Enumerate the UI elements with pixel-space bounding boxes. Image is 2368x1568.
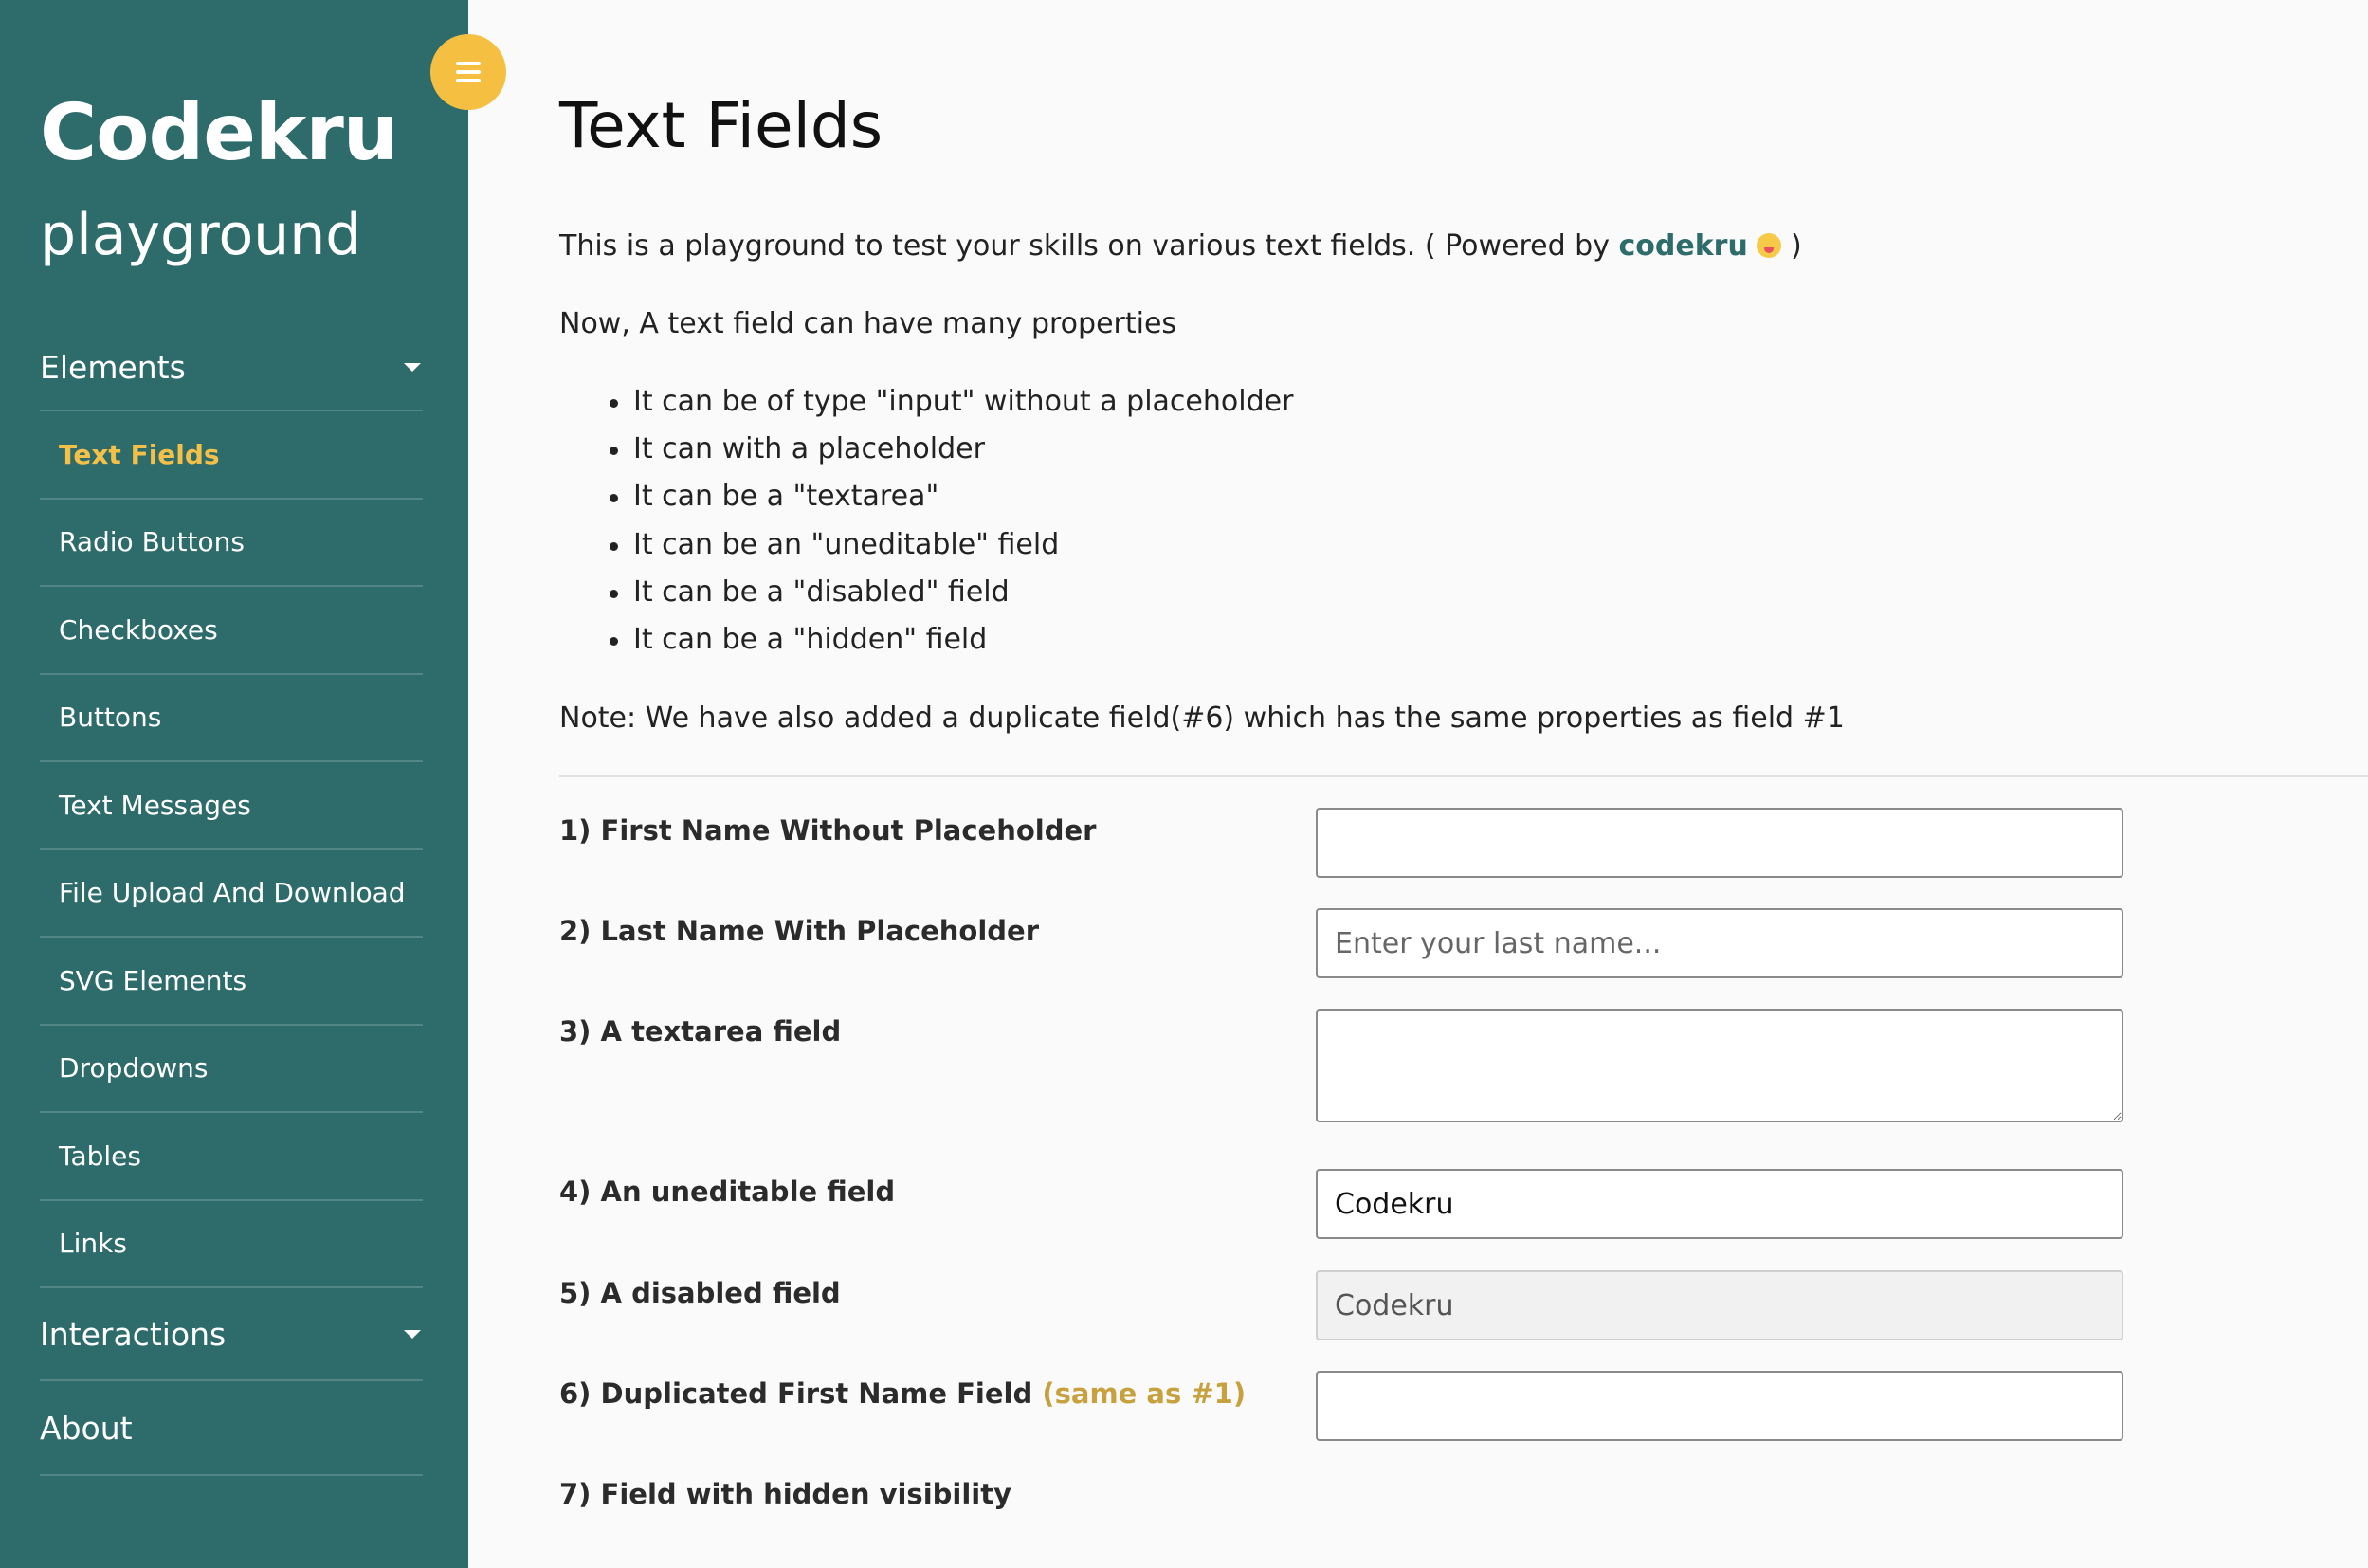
nav-section-about-label: About [40,1409,133,1447]
nav-section-elements-label: Elements [40,348,186,386]
divider [559,775,2368,777]
sidebar-item-dropdowns[interactable]: Dropdowns [40,1026,423,1113]
disabled-label: 5) A disabled field [559,1277,841,1309]
nav-section-elements[interactable]: Elements [40,324,423,411]
hamburger-menu-icon-bar [456,79,481,82]
hamburger-menu-icon-bar [456,70,481,74]
sidebar-item-svg-elements[interactable]: SVG Elements [40,938,423,1026]
sidebar-item-text-fields[interactable]: Text Fields [40,411,423,500]
note-text: Note: We have also added a duplicate fie… [559,702,1845,735]
intro-prefix: This is a playground to test your skills… [559,229,1610,263]
duplicate-first-name-input[interactable] [1316,1371,2123,1441]
codekru-link[interactable]: codekru [1619,229,1748,263]
sidebar-item-links[interactable]: Links [40,1201,423,1288]
list-item: It can be a "hidden" field [609,623,1293,670]
sidebar-item-radio-buttons[interactable]: Radio Buttons [40,500,423,587]
properties-list: It can be of type "input" without a plac… [609,385,1293,670]
sidebar-nav: Elements Text Fields Radio Buttons Check… [40,324,423,1476]
nav-section-interactions[interactable]: Interactions [40,1288,423,1381]
intro-suffix: ) [1790,229,1802,263]
sidebar-item-checkboxes[interactable]: Checkboxes [40,587,423,675]
disabled-input [1316,1270,2123,1340]
intro-text: This is a playground to test your skills… [559,229,1802,264]
uneditable-label: 4) An uneditable field [559,1176,896,1208]
first-name-input[interactable] [1316,808,2123,878]
main-content: Text Fields This is a playground to test… [559,0,2368,1568]
page-title: Text Fields [559,89,883,162]
hidden-field-label: 7) Field with hidden visibility [559,1478,1011,1510]
list-item: It can be an "uneditable" field [609,528,1293,575]
nav-section-about[interactable]: About [40,1381,423,1476]
textarea-input[interactable] [1316,1009,2123,1122]
tongue-emoji-icon [1757,233,1782,258]
sidebar-item-file-upload-download[interactable]: File Upload And Download [40,850,423,938]
brand-subtitle: playground [40,202,362,268]
nav-section-interactions-label: Interactions [40,1315,227,1353]
last-name-label: 2) Last Name With Placeholder [559,915,1040,947]
list-item: It can be a "disabled" field [609,575,1293,623]
sidebar: Codekru playground Elements Text Fields … [0,0,468,1568]
uneditable-input[interactable] [1316,1169,2123,1239]
sidebar-item-buttons[interactable]: Buttons [40,675,423,762]
hamburger-menu-icon-bar [456,62,481,65]
sidebar-item-tables[interactable]: Tables [40,1113,423,1201]
caret-down-icon [404,362,421,372]
elements-submenu: Text Fields Radio Buttons Checkboxes But… [40,411,423,1288]
duplicate-label-text: 6) Duplicated First Name Field [559,1377,1033,1410]
textarea-label: 3) A textarea field [559,1015,842,1048]
brand-logo-text[interactable]: Codekru [40,95,398,173]
sidebar-toggle-button[interactable] [430,34,506,110]
list-item: It can be a "textarea" [609,480,1293,527]
list-item: It can with a placeholder [609,432,1293,480]
duplicate-label: 6) Duplicated First Name Field (same as … [559,1377,1246,1411]
first-name-label: 1) First Name Without Placeholder [559,814,1097,847]
properties-heading: Now, A text field can have many properti… [559,307,1177,340]
last-name-input[interactable] [1316,908,2123,978]
same-as-badge: (same as #1) [1042,1377,1247,1410]
list-item: It can be of type "input" without a plac… [609,385,1293,432]
caret-down-icon [404,1329,421,1339]
sidebar-item-text-messages[interactable]: Text Messages [40,762,423,850]
